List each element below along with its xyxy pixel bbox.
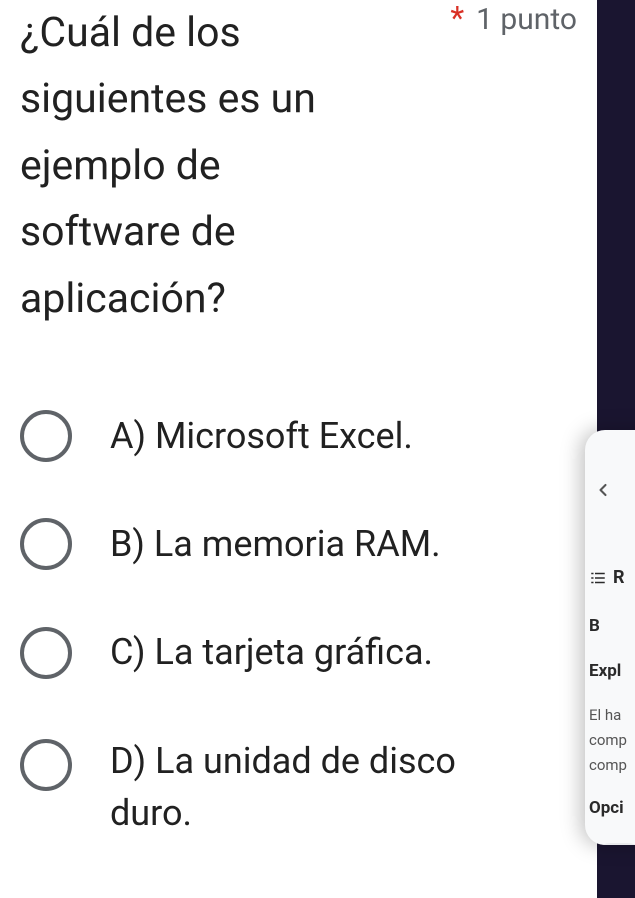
option-c[interactable]: C) La tarjeta gráfica.: [20, 626, 577, 678]
required-asterisk: *: [450, 2, 464, 34]
radio-icon: [20, 739, 72, 791]
option-label: B) La memoria RAM.: [110, 518, 441, 570]
option-d[interactable]: D) La unidad de disco duro.: [20, 735, 577, 839]
option-label: D) La unidad de disco duro.: [110, 735, 510, 839]
popup-title-row: R: [589, 564, 635, 593]
question-header: ¿Cuál de los siguientes es un ejemplo de…: [20, 0, 577, 332]
popup-explanation-label: Expl: [589, 658, 635, 685]
question-card: ¿Cuál de los siguientes es un ejemplo de…: [0, 0, 597, 898]
popup-footer: Opci: [589, 795, 635, 822]
popup-body-line: comp: [589, 753, 635, 778]
options-group: A) Microsoft Excel. B) La memoria RAM. C…: [20, 410, 577, 839]
option-b[interactable]: B) La memoria RAM.: [20, 518, 577, 570]
radio-icon: [20, 518, 72, 570]
radio-icon: [20, 410, 72, 462]
option-label: C) La tarjeta gráfica.: [110, 626, 433, 678]
points-text: 1 punto: [476, 2, 577, 37]
list-icon: [589, 569, 607, 587]
chevron-left-icon[interactable]: [593, 480, 617, 504]
question-text: ¿Cuál de los siguientes es un ejemplo de…: [20, 0, 370, 332]
radio-icon: [20, 627, 72, 679]
popup-answer: B: [589, 613, 635, 640]
popup-title: R: [613, 564, 625, 593]
popup-body-line: El ha: [589, 703, 635, 728]
explanation-popup: R B Expl El ha comp comp Opci Co: [585, 430, 635, 845]
popup-content: R B Expl El ha comp comp Opci Co: [589, 564, 635, 845]
option-a[interactable]: A) Microsoft Excel.: [20, 410, 577, 462]
popup-body-line: comp: [589, 728, 635, 753]
option-label: A) Microsoft Excel.: [110, 410, 413, 462]
points-container: * 1 punto: [450, 0, 577, 37]
